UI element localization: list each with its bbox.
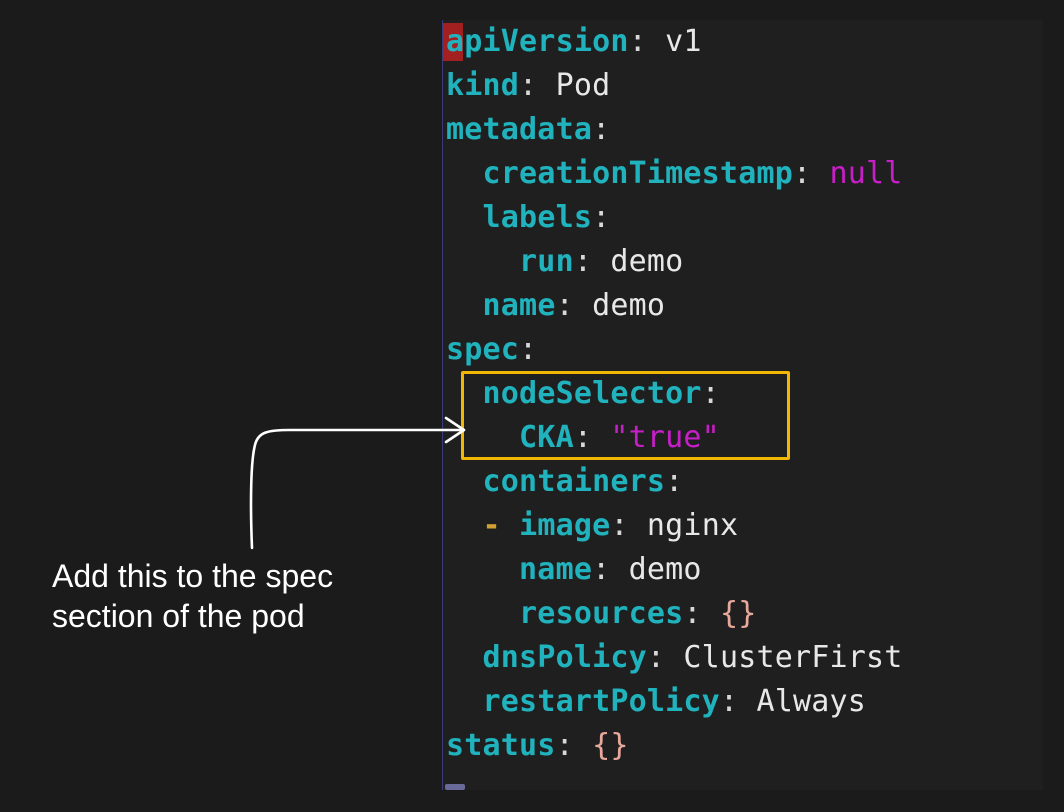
annotation-text: Add this to the spec section of the pod: [52, 556, 333, 636]
annotation-line-1: Add this to the spec: [52, 558, 334, 594]
annotation-line-2: section of the pod: [52, 598, 305, 634]
annotation-arrow: [249, 416, 466, 550]
